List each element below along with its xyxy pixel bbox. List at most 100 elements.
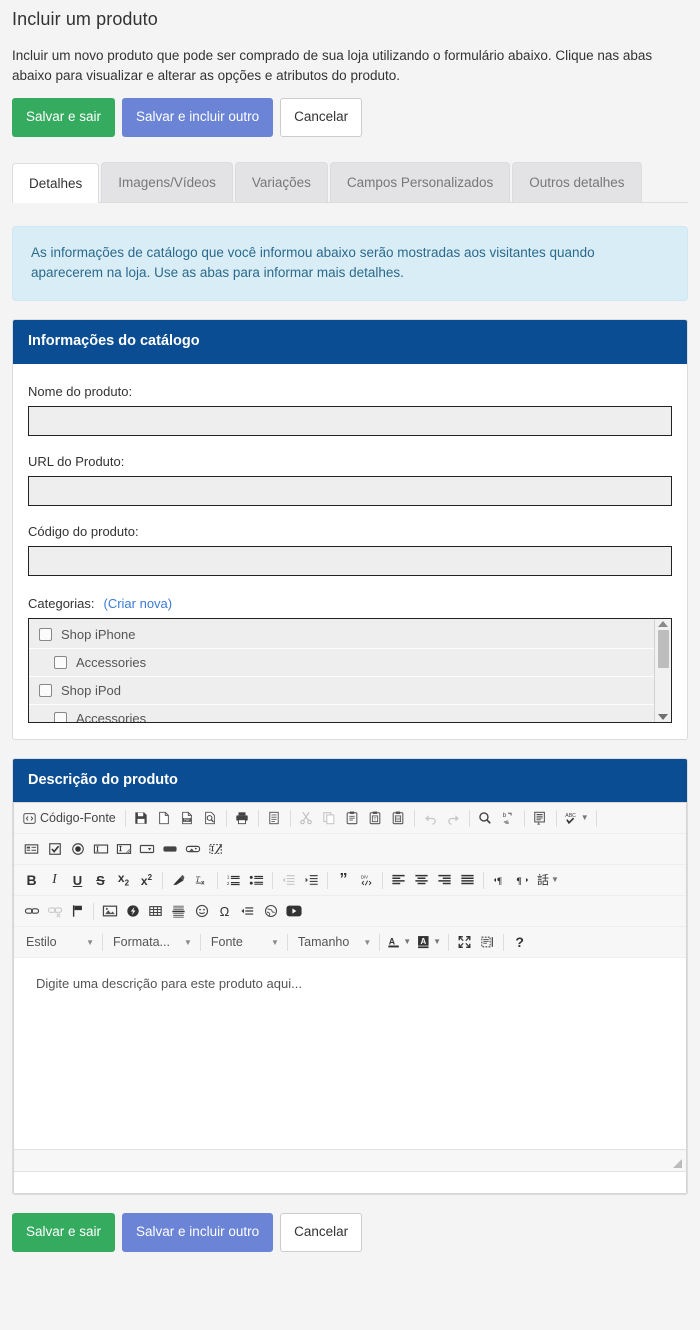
ltr-icon[interactable]: ¶ [488,869,511,892]
category-item[interactable]: Shop iPod [29,677,654,705]
blockquote-icon[interactable]: ” [332,869,355,892]
size-dropdown[interactable]: Tamanho ▼ [292,931,375,954]
align-right-icon[interactable] [433,869,456,892]
image-button-icon[interactable] [181,838,204,861]
copy-icon[interactable] [318,807,341,830]
checkbox-icon[interactable] [39,627,52,641]
smiley-icon[interactable] [190,900,213,923]
preview-icon[interactable] [199,807,222,830]
save-and-add-another-button-top[interactable]: Salvar e incluir outro [122,98,274,137]
checkbox-icon[interactable] [54,711,67,722]
chevron-down-icon[interactable]: ▼ [581,814,589,822]
anchor-icon[interactable] [66,900,89,923]
superscript-icon[interactable]: x2 [135,869,158,892]
category-item[interactable]: Accessories [29,705,654,722]
underline-icon[interactable]: U [66,869,89,892]
chevron-down-icon[interactable]: ▼ [271,938,279,947]
font-dropdown[interactable]: Fonte ▼ [205,931,283,954]
bold-icon[interactable]: B [20,869,43,892]
cut-icon[interactable] [295,807,318,830]
tab-imagens-videos[interactable]: Imagens/Vídeos [101,162,233,202]
cancel-button-top[interactable]: Cancelar [280,98,363,137]
radio-button-icon[interactable] [66,838,89,861]
chevron-down-icon[interactable]: ▼ [86,938,94,947]
copy-formatting-icon[interactable]: Tx [190,869,213,892]
horizontal-rule-icon[interactable] [167,900,190,923]
link-icon[interactable] [20,900,43,923]
increase-indent-icon[interactable] [300,869,323,892]
div-container-icon[interactable]: DIV [355,869,378,892]
product-url-input[interactable] [28,475,672,506]
select-field-icon[interactable] [135,838,158,861]
checkbox-icon[interactable] [43,838,66,861]
chevron-down-icon[interactable]: ▼ [403,938,411,946]
tab-detalhes[interactable]: Detalhes [12,163,100,203]
align-center-icon[interactable] [410,869,433,892]
select-all-icon[interactable] [529,807,552,830]
save-and-exit-button-top[interactable]: Salvar e sair [12,98,116,137]
checkbox-icon[interactable] [54,655,67,669]
print-icon[interactable] [231,807,254,830]
undo-icon[interactable] [419,807,442,830]
text-field-icon[interactable] [89,838,112,861]
subscript-icon[interactable]: x2 [112,869,135,892]
save-and-exit-button-bottom[interactable]: Salvar e sair [12,1213,116,1252]
categories-listbox[interactable]: Shop iPhone Accessories Shop iPod Access… [28,617,672,723]
about-icon[interactable]: ? [508,931,531,954]
save-icon[interactable] [130,807,153,830]
description-editor-area[interactable]: Digite uma descrição para este produto a… [14,958,686,1151]
redo-icon[interactable] [442,807,465,830]
special-char-icon[interactable]: Ω [213,900,236,923]
table-icon[interactable] [144,900,167,923]
new-page-icon[interactable] [153,807,176,830]
show-blocks-icon[interactable] [476,931,499,954]
hidden-field-icon[interactable] [204,838,227,861]
cancel-button-bottom[interactable]: Cancelar [280,1213,363,1252]
chevron-down-icon[interactable]: ▼ [433,938,441,946]
page-break-icon[interactable] [236,900,259,923]
category-item[interactable]: Shop iPhone [29,621,654,649]
rtl-icon[interactable]: ¶ [511,869,534,892]
format-dropdown[interactable]: Formata... ▼ [107,931,196,954]
form-icon[interactable] [20,838,43,861]
product-code-input[interactable] [28,545,672,576]
style-dropdown[interactable]: Estilo ▼ [20,931,98,954]
tab-campos-personalizados[interactable]: Campos Personalizados [329,162,511,202]
paste-word-icon[interactable]: W [387,807,410,830]
save-and-add-another-button-bottom[interactable]: Salvar e incluir outro [122,1213,274,1252]
button-icon[interactable] [158,838,181,861]
scroll-down-arrow-icon[interactable] [658,713,668,720]
scrollbar-thumb[interactable] [657,629,669,668]
product-name-input[interactable] [28,405,672,436]
chevron-down-icon[interactable]: ▼ [184,938,192,947]
paste-text-icon[interactable]: T [364,807,387,830]
chevron-down-icon[interactable]: ▼ [551,876,559,884]
tab-variacoes[interactable]: Variações [234,162,328,202]
remove-format-icon[interactable] [167,869,190,892]
source-code-icon[interactable]: Código-Fonte [20,807,121,830]
create-new-category-link[interactable]: (Criar nova) [103,596,172,611]
language-icon[interactable]: 話 ▼ [534,869,562,892]
paste-icon[interactable] [341,807,364,830]
justify-icon[interactable] [456,869,479,892]
categories-scrollbar[interactable] [654,618,671,722]
category-item[interactable]: Accessories [29,649,654,677]
strikethrough-icon[interactable]: S [89,869,112,892]
textarea-icon[interactable] [112,838,135,861]
tab-outros-detalhes[interactable]: Outros detalhes [512,162,642,202]
youtube-icon[interactable] [282,900,305,923]
find-icon[interactable] [474,807,497,830]
image-icon[interactable] [98,900,121,923]
chevron-down-icon[interactable]: ▼ [363,938,371,947]
editor-resize-handle[interactable] [673,1159,682,1169]
numbered-list-icon[interactable]: 12 [222,869,245,892]
decrease-indent-icon[interactable] [277,869,300,892]
text-color-icon[interactable]: A ▼ [384,931,414,954]
spellcheck-icon[interactable]: ABC ▼ [561,807,592,830]
pdf-icon[interactable]: PDF [176,807,199,830]
align-left-icon[interactable] [387,869,410,892]
unlink-icon[interactable] [43,900,66,923]
replace-icon[interactable]: ba [497,807,520,830]
flash-icon[interactable] [121,900,144,923]
italic-icon[interactable]: I [43,869,66,892]
